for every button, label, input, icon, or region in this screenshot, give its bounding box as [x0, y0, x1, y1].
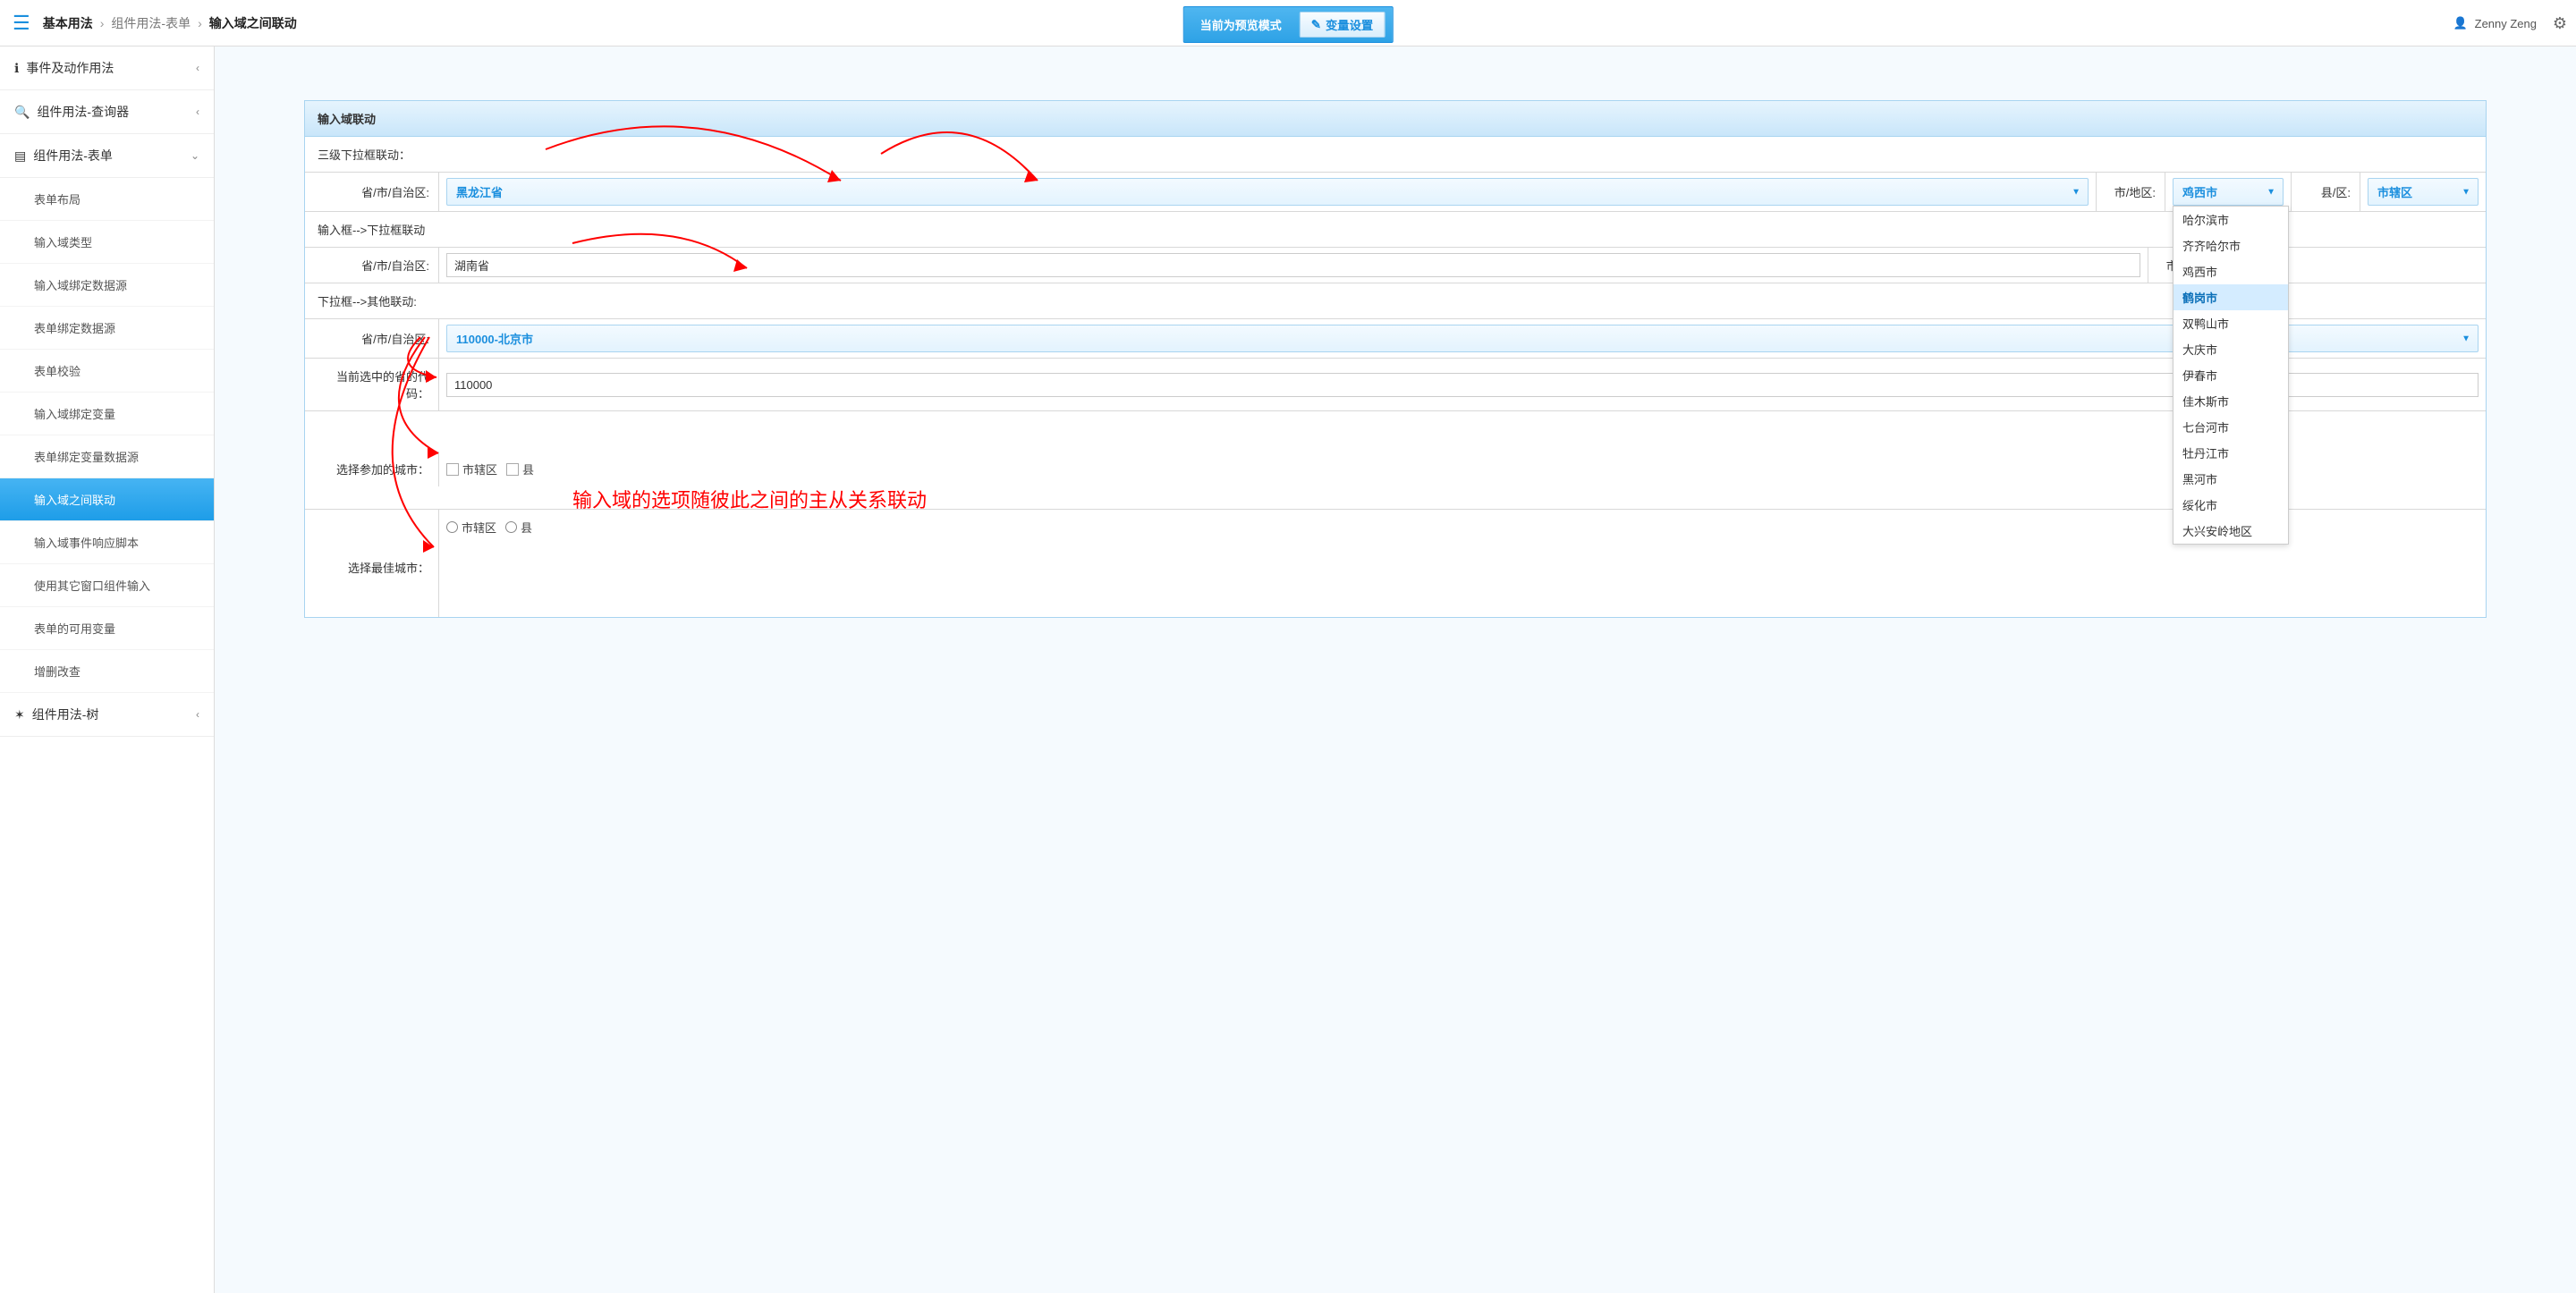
- chevron-left-icon: ‹: [196, 708, 199, 721]
- breadcrumb-leaf: 输入域之间联动: [209, 14, 297, 32]
- breadcrumb-sep: ›: [198, 16, 202, 30]
- sidebar: ℹ事件及动作用法 ‹ 🔍组件用法-查询器 ‹ ▤组件用法-表单 ⌄ 表单布局输入…: [0, 46, 215, 1293]
- row-combo-to-other: 省/市/自治区: 110000-北京市 ▼: [305, 319, 2486, 359]
- variable-settings-button[interactable]: ✎ 变量设置: [1300, 12, 1385, 38]
- sidebar-sub-item[interactable]: 输入域类型: [0, 221, 214, 264]
- dropdown-option[interactable]: 牡丹江市: [2174, 440, 2288, 466]
- province-value2: 110000-北京市: [456, 333, 533, 346]
- header-bar: ☰ 基本用法 › 组件用法-表单 › 输入域之间联动 当前为预览模式 ✎ 变量设…: [0, 0, 2576, 46]
- info-icon: ℹ: [14, 61, 19, 76]
- dropdown-option[interactable]: 伊春市: [2174, 362, 2288, 388]
- province-label3: 省/市/自治区:: [305, 319, 439, 358]
- row-input-to-combo: 省/市/自治区: 市/地区:: [305, 248, 2486, 283]
- sidebar-item-label: 组件用法-查询器: [37, 103, 129, 121]
- sidebar-item-label: 组件用法-表单: [33, 147, 113, 165]
- city-dropdown-list[interactable]: 哈尔滨市齐齐哈尔市鸡西市鹤岗市双鸭山市大庆市伊春市佳木斯市七台河市牡丹江市黑河市…: [2173, 206, 2289, 545]
- sidebar-sub-item[interactable]: 表单校验: [0, 350, 214, 393]
- row-radio-cities: 选择最佳城市： 市辖区 县: [305, 510, 2486, 617]
- dropdown-option[interactable]: 黑河市: [2174, 466, 2288, 492]
- city-value: 鸡西市: [2182, 186, 2217, 199]
- dropdown-option[interactable]: 双鸭山市: [2174, 310, 2288, 336]
- dropdown-option[interactable]: 鹤岗市: [2174, 284, 2288, 310]
- dropdown-option[interactable]: 佳木斯市: [2174, 388, 2288, 414]
- row-checkbox-cities: 选择参加的城市： 市辖区 县: [305, 411, 2486, 510]
- best-city-label: 选择最佳城市：: [305, 510, 439, 617]
- dropdown-option[interactable]: 七台河市: [2174, 414, 2288, 440]
- row-three-level: 省/市/自治区: 黑龙江省 ▼ 市/地区: 鸡西市 ▼ 县/区:: [305, 173, 2486, 212]
- county-value: 市辖区: [2377, 186, 2412, 199]
- caret-down-icon: ▼: [2267, 187, 2275, 197]
- form-icon: ▤: [14, 148, 26, 164]
- sidebar-item-query[interactable]: 🔍 组件用法-查询器 ‹: [0, 90, 214, 134]
- sidebar-item-form[interactable]: ▤ 组件用法-表单 ⌄: [0, 134, 214, 178]
- chevron-left-icon: ‹: [196, 106, 199, 118]
- sidebar-item-label: 组件用法-树: [32, 706, 99, 723]
- checkbox-xian[interactable]: 县: [506, 461, 534, 477]
- breadcrumb-sep: ›: [100, 16, 105, 30]
- dropdown-option[interactable]: 齐齐哈尔市: [2174, 232, 2288, 258]
- form-panel: 输入域联动 三级下拉框联动： 省/市/自治区: 黑龙江省 ▼ 市/地区: 鸡西市…: [304, 100, 2487, 618]
- preview-mode-bar: 当前为预览模式 ✎ 变量设置: [1183, 6, 1394, 43]
- caret-down-icon: ▼: [2072, 187, 2080, 197]
- province-combo[interactable]: 黑龙江省 ▼: [446, 178, 2089, 206]
- city-combo[interactable]: 鸡西市 ▼: [2173, 178, 2284, 206]
- breadcrumb: 基本用法 › 组件用法-表单 › 输入域之间联动: [43, 14, 297, 32]
- pencil-icon: ✎: [1311, 18, 1321, 32]
- breadcrumb-root[interactable]: 基本用法: [43, 14, 93, 32]
- sidebar-sub-item[interactable]: 增删改查: [0, 650, 214, 693]
- province-input[interactable]: [446, 253, 2140, 277]
- code-label: 当前选中的省的代码：: [305, 359, 439, 410]
- sidebar-item-label: 事件及动作用法: [26, 59, 114, 77]
- user-name: Zenny Zeng: [2475, 17, 2537, 30]
- dropdown-option[interactable]: 绥化市: [2174, 492, 2288, 518]
- hamburger-icon[interactable]: ☰: [13, 12, 30, 35]
- sidebar-sub-item[interactable]: 表单绑定变量数据源: [0, 435, 214, 478]
- sidebar-sub-item[interactable]: 表单布局: [0, 178, 214, 221]
- dropdown-option[interactable]: 大庆市: [2174, 336, 2288, 362]
- province-label: 省/市/自治区:: [305, 173, 439, 211]
- sidebar-sub-item[interactable]: 使用其它窗口组件输入: [0, 564, 214, 607]
- row-code: 当前选中的省的代码：: [305, 359, 2486, 411]
- city-label: 市/地区:: [2096, 173, 2165, 211]
- section2-label: 输入框-->下拉框联动: [305, 212, 2486, 248]
- radio-shixiaqu[interactable]: 市辖区: [446, 519, 496, 536]
- user-area[interactable]: 👤 Zenny Zeng: [2453, 0, 2537, 46]
- main-content: 输入域联动 三级下拉框联动： 省/市/自治区: 黑龙江省 ▼ 市/地区: 鸡西市…: [215, 46, 2576, 1293]
- section1-label: 三级下拉框联动：: [305, 137, 2486, 173]
- chevron-left-icon: ‹: [196, 62, 199, 74]
- settings-gear-icon[interactable]: ⚙: [2553, 0, 2567, 46]
- sidebar-sub-item[interactable]: 输入域绑定数据源: [0, 264, 214, 307]
- search-icon: 🔍: [14, 105, 30, 120]
- variable-settings-label: 变量设置: [1326, 16, 1373, 33]
- sidebar-sub-item[interactable]: 输入域之间联动: [0, 478, 214, 521]
- participate-label: 选择参加的城市：: [305, 452, 439, 486]
- county-label: 县/区:: [2291, 173, 2360, 211]
- sidebar-sub-item[interactable]: 表单的可用变量: [0, 607, 214, 650]
- dropdown-option[interactable]: 大兴安岭地区: [2174, 518, 2288, 544]
- panel-title: 输入域联动: [305, 101, 2486, 137]
- sidebar-sub-item[interactable]: 输入域绑定变量: [0, 393, 214, 435]
- sidebar-sub-item[interactable]: 输入域事件响应脚本: [0, 521, 214, 564]
- radio-xian[interactable]: 县: [505, 519, 532, 536]
- breadcrumb-mid[interactable]: 组件用法-表单: [111, 14, 191, 32]
- sidebar-sub-item[interactable]: 表单绑定数据源: [0, 307, 214, 350]
- province-label2: 省/市/自治区:: [305, 248, 439, 283]
- dropdown-option[interactable]: 鸡西市: [2174, 258, 2288, 284]
- province-value: 黑龙江省: [456, 186, 503, 199]
- caret-down-icon: ▼: [2462, 187, 2470, 197]
- dropdown-option[interactable]: 哈尔滨市: [2174, 207, 2288, 232]
- sidebar-item-events[interactable]: ℹ 事件及动作用法 ‹: [0, 46, 214, 90]
- caret-down-icon: ▼: [2462, 334, 2470, 343]
- section3-label: 下拉框-->其他联动:: [305, 283, 2486, 319]
- user-icon: 👤: [2453, 16, 2467, 30]
- sidebar-item-tree[interactable]: ✶ 组件用法-树 ‹: [0, 693, 214, 737]
- tree-icon: ✶: [14, 707, 25, 723]
- checkbox-shixiaqu[interactable]: 市辖区: [446, 461, 497, 477]
- chevron-down-icon: ⌄: [191, 149, 199, 162]
- preview-mode-label: 当前为预览模式: [1191, 16, 1291, 33]
- county-combo[interactable]: 市辖区 ▼: [2368, 178, 2479, 206]
